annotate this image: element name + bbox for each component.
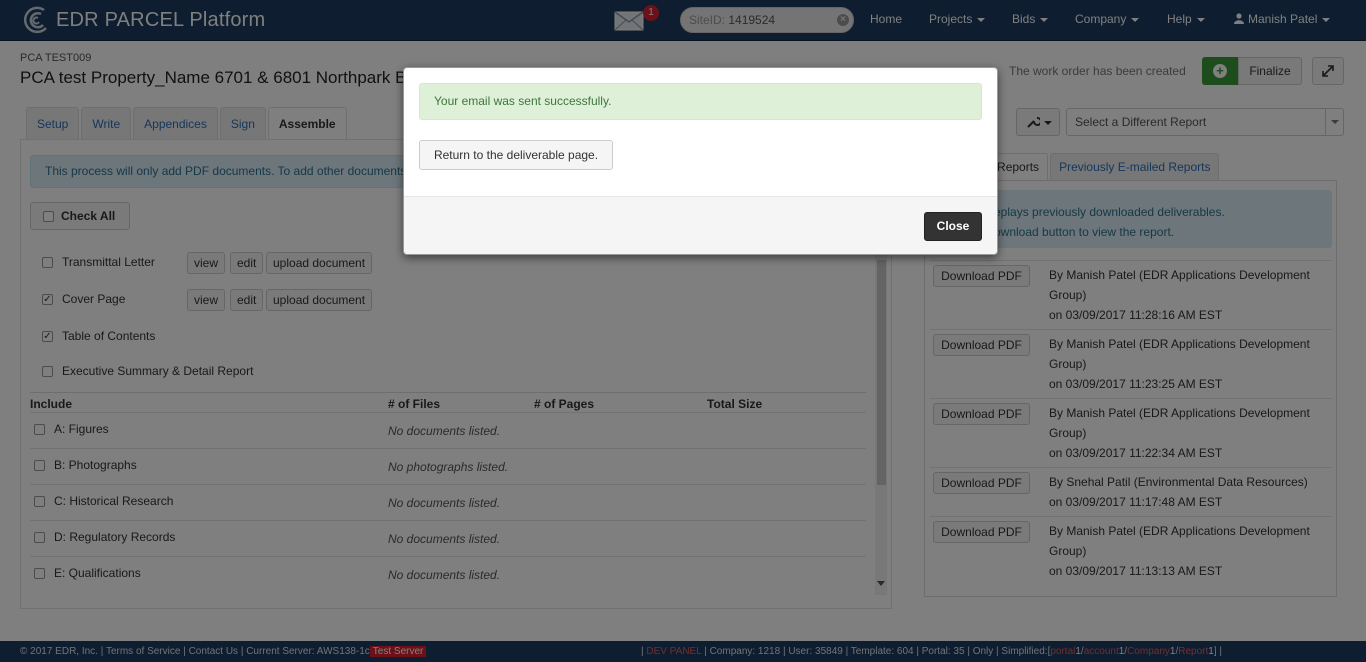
modal-footer: Close [404,196,997,254]
email-sent-dialog: Your email was sent successfully. Return… [403,67,998,255]
return-to-deliverable-button[interactable]: Return to the deliverable page. [419,140,613,170]
success-alert: Your email was sent successfully. [419,83,982,120]
close-button[interactable]: Close [924,212,982,241]
